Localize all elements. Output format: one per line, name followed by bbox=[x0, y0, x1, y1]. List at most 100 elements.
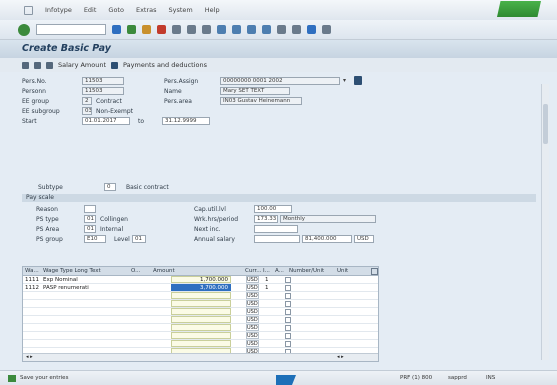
menu-system[interactable]: System bbox=[169, 6, 193, 14]
next-page-icon[interactable] bbox=[247, 25, 256, 34]
assignment-search-icon[interactable] bbox=[354, 76, 362, 85]
col-unit[interactable]: Unit bbox=[337, 268, 348, 274]
annual-salary-field[interactable]: 81,400.000 bbox=[302, 235, 352, 243]
status-system[interactable]: PRF (1) 800 bbox=[400, 375, 432, 381]
next-inc-label: Next inc. bbox=[194, 226, 221, 233]
table-row[interactable]: USD bbox=[23, 340, 378, 348]
display-icon[interactable] bbox=[22, 61, 29, 69]
col-amount[interactable]: Amount bbox=[153, 268, 175, 274]
next-inc-field[interactable] bbox=[254, 225, 298, 233]
col-operation[interactable]: O... bbox=[131, 268, 140, 274]
level-field[interactable]: 01 bbox=[132, 235, 146, 243]
cell-amount[interactable] bbox=[171, 316, 231, 323]
scroll-left-icon[interactable]: ◂ ▸ bbox=[26, 354, 33, 360]
table-settings-icon[interactable] bbox=[371, 268, 378, 275]
col-i[interactable]: I... bbox=[263, 268, 270, 274]
row-checkbox[interactable] bbox=[285, 325, 291, 331]
cell-wage-type[interactable]: 1111 bbox=[25, 277, 39, 283]
row-checkbox[interactable] bbox=[285, 293, 291, 299]
first-page-icon[interactable] bbox=[217, 25, 226, 34]
copy-icon[interactable] bbox=[34, 61, 41, 69]
save-icon[interactable] bbox=[112, 25, 121, 34]
table-row[interactable]: 1112 PASP renumerati 3,700.000 USD 1 bbox=[23, 284, 378, 292]
page-vertical-scrollbar[interactable] bbox=[541, 84, 549, 360]
cell-amount[interactable]: 3,700.000 bbox=[171, 284, 231, 291]
status-mode[interactable]: INS bbox=[486, 375, 495, 381]
col-wage-type[interactable]: Wa... bbox=[25, 268, 39, 274]
window-menu-icon[interactable] bbox=[24, 5, 33, 15]
table-row[interactable]: USD bbox=[23, 308, 378, 316]
work-hours-period-text: Monthly bbox=[280, 215, 376, 223]
table-row[interactable]: USD bbox=[23, 316, 378, 324]
menu-extras[interactable]: Extras bbox=[136, 6, 157, 14]
row-checkbox[interactable] bbox=[285, 333, 291, 339]
cell-amount[interactable] bbox=[171, 308, 231, 315]
cell-i: 1 bbox=[265, 285, 269, 291]
col-currency[interactable]: Curr... bbox=[245, 268, 262, 274]
cell-amount[interactable]: 1,700.000 bbox=[171, 276, 231, 283]
ps-group-field[interactable]: E10 bbox=[84, 235, 106, 243]
row-checkbox[interactable] bbox=[285, 285, 291, 291]
table-row[interactable]: USD bbox=[23, 332, 378, 340]
wage-type-table: Wa... Wage Type Long Text O... Amount Cu… bbox=[22, 266, 379, 362]
table-horizontal-scrollbar[interactable]: ◂ ▸ ◂ ▸ bbox=[23, 353, 378, 361]
scroll-right-icon[interactable]: ◂ ▸ bbox=[337, 354, 344, 360]
cancel-icon[interactable] bbox=[157, 25, 166, 34]
cell-amount[interactable] bbox=[171, 324, 231, 331]
cell-wage-type[interactable]: 1112 bbox=[25, 285, 39, 291]
col-long-text[interactable]: Wage Type Long Text bbox=[43, 268, 101, 274]
print-icon[interactable] bbox=[172, 25, 181, 34]
enter-icon[interactable] bbox=[18, 23, 30, 36]
subtype-field[interactable]: 0 bbox=[104, 183, 116, 191]
table-row[interactable]: 1111 Exp Nominal 1,700.000 USD 1 bbox=[23, 276, 378, 284]
col-number-unit[interactable]: Number/Unit bbox=[289, 268, 324, 274]
row-checkbox[interactable] bbox=[285, 301, 291, 307]
layout-icon[interactable] bbox=[322, 25, 331, 34]
ps-type-field[interactable]: 01 bbox=[84, 215, 96, 223]
menu-infotype[interactable]: Infotype bbox=[45, 6, 72, 14]
work-hours-field[interactable]: 173.33 bbox=[254, 215, 278, 223]
back-icon[interactable] bbox=[127, 25, 136, 34]
cell-currency: USD bbox=[246, 300, 259, 307]
salary-amount-button[interactable]: Salary Amount bbox=[58, 61, 106, 69]
ee-group-label: EE group bbox=[22, 98, 49, 105]
cell-amount[interactable] bbox=[171, 332, 231, 339]
find-next-icon[interactable] bbox=[202, 25, 211, 34]
menu-edit[interactable]: Edit bbox=[84, 6, 97, 14]
help-icon[interactable] bbox=[307, 25, 316, 34]
table-row[interactable]: USD bbox=[23, 300, 378, 308]
scroll-thumb[interactable] bbox=[543, 104, 548, 144]
col-a[interactable]: A... bbox=[275, 268, 284, 274]
table-row[interactable]: USD bbox=[23, 292, 378, 300]
cell-amount[interactable] bbox=[171, 292, 231, 299]
cap-util-field[interactable]: 100.00 bbox=[254, 205, 292, 213]
ps-area-field[interactable]: 01 bbox=[84, 225, 96, 233]
row-checkbox[interactable] bbox=[285, 309, 291, 315]
row-checkbox[interactable] bbox=[285, 317, 291, 323]
delimit-icon[interactable] bbox=[46, 61, 53, 69]
cell-amount[interactable] bbox=[171, 340, 231, 347]
table-row[interactable]: USD bbox=[23, 324, 378, 332]
shortcut-icon[interactable] bbox=[292, 25, 301, 34]
reason-field[interactable] bbox=[84, 205, 96, 213]
exit-icon[interactable] bbox=[142, 25, 151, 34]
menu-goto[interactable]: Goto bbox=[108, 6, 124, 14]
pers-assign-field[interactable]: 00000000 0001 2002 bbox=[220, 77, 340, 85]
annual-salary-currency[interactable]: USD bbox=[354, 235, 374, 243]
cell-i: 1 bbox=[265, 277, 269, 283]
sap-logo bbox=[497, 1, 541, 17]
pers-assign-dropdown-icon[interactable]: ▾ bbox=[343, 77, 346, 84]
start-date-field[interactable]: 01.01.2017 bbox=[82, 117, 130, 125]
personn-field: 11503 bbox=[82, 87, 124, 95]
payments-deductions-button[interactable]: Payments and deductions bbox=[123, 61, 207, 69]
new-session-icon[interactable] bbox=[277, 25, 286, 34]
last-page-icon[interactable] bbox=[262, 25, 271, 34]
end-date-field[interactable]: 31.12.9999 bbox=[162, 117, 210, 125]
cell-amount[interactable] bbox=[171, 300, 231, 307]
command-field[interactable] bbox=[36, 24, 106, 35]
row-checkbox[interactable] bbox=[285, 341, 291, 347]
previous-page-icon[interactable] bbox=[232, 25, 241, 34]
menu-help[interactable]: Help bbox=[205, 6, 220, 14]
row-checkbox[interactable] bbox=[285, 277, 291, 283]
find-icon[interactable] bbox=[187, 25, 196, 34]
